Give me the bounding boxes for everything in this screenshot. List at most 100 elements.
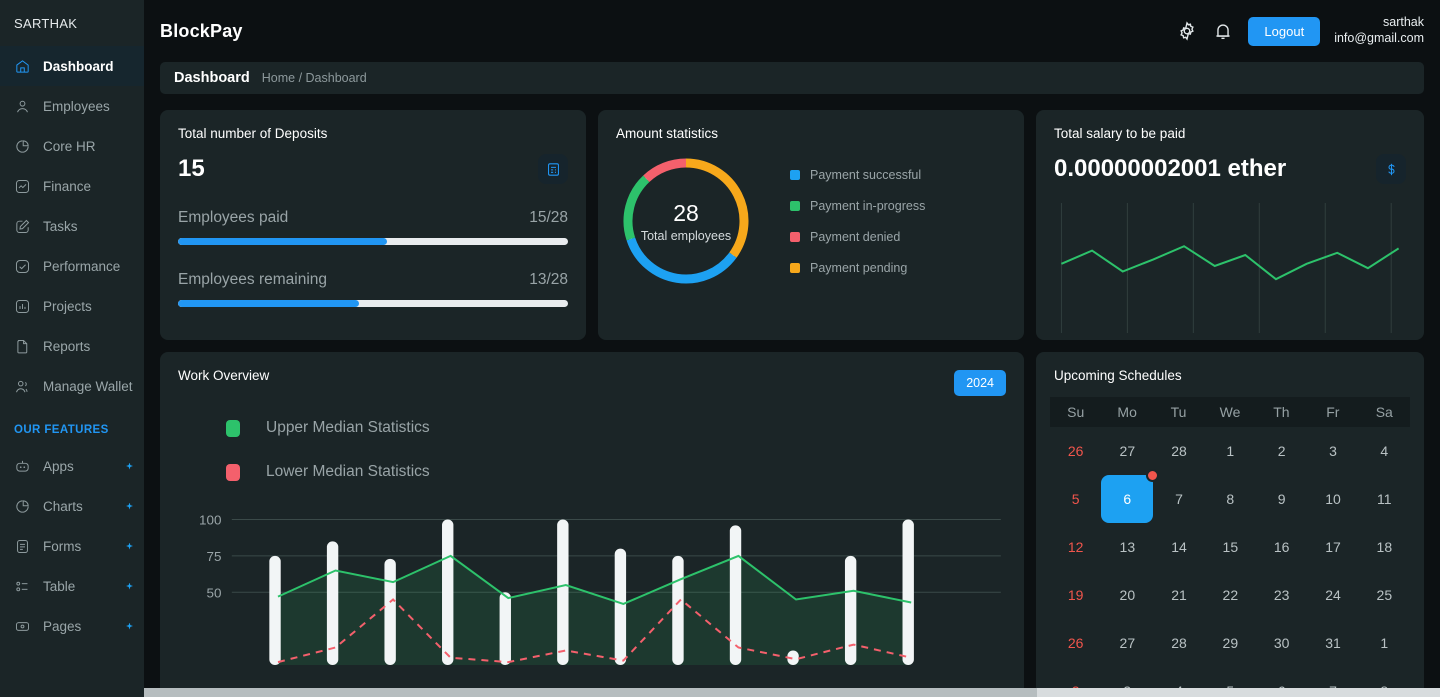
salary-value: 0.00000002001 ether bbox=[1054, 155, 1287, 182]
sidebar-item-manage-wallet[interactable]: Manage Wallet bbox=[0, 366, 144, 406]
row-value: 13/28 bbox=[529, 271, 568, 288]
work-legend: Upper Median Statistics Lower Median Sta… bbox=[226, 419, 1006, 481]
legend-item[interactable]: Payment denied bbox=[790, 230, 925, 244]
gear-icon[interactable] bbox=[1176, 20, 1198, 42]
calendar-day[interactable]: 2 bbox=[1256, 427, 1307, 475]
calendar-day[interactable]: 16 bbox=[1256, 523, 1307, 571]
calendar-day[interactable]: 3 bbox=[1307, 427, 1358, 475]
legend-label: Payment successful bbox=[810, 167, 922, 182]
calendar-day[interactable]: 13 bbox=[1101, 523, 1153, 571]
card-total-deposits: Total number of Deposits 15 Employees pa… bbox=[160, 110, 586, 340]
calendar-day[interactable]: 19 bbox=[1050, 571, 1101, 619]
calendar-day[interactable]: 17 bbox=[1307, 523, 1358, 571]
calendar-day[interactable]: 21 bbox=[1153, 571, 1204, 619]
calendar-day[interactable]: 20 bbox=[1101, 571, 1153, 619]
calendar-day[interactable]: 25 bbox=[1359, 571, 1410, 619]
sidebar-item-employees[interactable]: Employees bbox=[0, 86, 144, 126]
card-title: Total number of Deposits bbox=[178, 126, 328, 141]
sidebar-item-performance[interactable]: Performance bbox=[0, 246, 144, 286]
calendar-day-selected[interactable]: 6 bbox=[1101, 469, 1160, 523]
calendar-weekday: Sa bbox=[1358, 397, 1410, 427]
primary-nav: Dashboard Employees Core HR Finance Task… bbox=[0, 46, 144, 406]
bell-icon[interactable] bbox=[1212, 20, 1234, 42]
calendar-day[interactable]: 26 bbox=[1050, 427, 1101, 475]
breadcrumb: Dashboard Home / Dashboard bbox=[160, 62, 1424, 94]
calendar-day[interactable]: 11 bbox=[1359, 475, 1410, 523]
sidebar-item-tasks[interactable]: Tasks bbox=[0, 206, 144, 246]
legend-label: Payment in-progress bbox=[810, 198, 926, 213]
sidebar-item-charts[interactable]: Charts bbox=[0, 486, 144, 526]
legend-item[interactable]: Payment in-progress bbox=[790, 199, 925, 213]
calendar-day[interactable]: 28 bbox=[1153, 427, 1204, 475]
legend-item[interactable]: Payment successful bbox=[790, 168, 925, 182]
legend-item[interactable]: Lower Median Statistics bbox=[226, 463, 1006, 481]
calendar-day[interactable]: 27 bbox=[1101, 427, 1153, 475]
brand-logo: SARTHAK bbox=[14, 15, 78, 31]
calendar-day[interactable]: 4 bbox=[1359, 427, 1410, 475]
deposit-report-icon[interactable] bbox=[538, 154, 568, 184]
calendar-day[interactable]: 27 bbox=[1101, 619, 1153, 667]
calendar-day[interactable]: 15 bbox=[1205, 523, 1256, 571]
calendar-day[interactable]: 28 bbox=[1153, 619, 1204, 667]
calendar-day[interactable]: 12 bbox=[1050, 523, 1101, 571]
calendar-day[interactable]: 10 bbox=[1307, 475, 1358, 523]
calendar-day[interactable]: 23 bbox=[1256, 571, 1307, 619]
calendar-day[interactable]: 26 bbox=[1050, 619, 1101, 667]
sidebar-item-core-hr[interactable]: Core HR bbox=[0, 126, 144, 166]
breadcrumb-path[interactable]: Home / Dashboard bbox=[262, 71, 367, 85]
sidebar-item-projects[interactable]: Projects bbox=[0, 286, 144, 326]
row-label: Employees remaining bbox=[178, 271, 328, 288]
calendar-weekday: Mo bbox=[1101, 397, 1153, 427]
logout-button[interactable]: Logout bbox=[1248, 16, 1321, 46]
legend-item[interactable]: Payment pending bbox=[790, 261, 925, 275]
sidebar-item-table[interactable]: Table bbox=[0, 566, 144, 606]
progress-fill bbox=[178, 300, 359, 307]
table-icon bbox=[14, 578, 31, 595]
features-heading: OUR FEATURES bbox=[14, 424, 109, 436]
calendar-day[interactable]: 14 bbox=[1153, 523, 1204, 571]
salary-sparkline bbox=[1060, 203, 1406, 333]
sidebar-item-dashboard[interactable]: Dashboard bbox=[0, 46, 144, 86]
calendar-day[interactable]: 24 bbox=[1307, 571, 1358, 619]
calendar-weekday: Th bbox=[1255, 397, 1308, 427]
sidebar-item-label: Dashboard bbox=[43, 58, 114, 74]
calendar-day[interactable]: 31 bbox=[1307, 619, 1358, 667]
calendar-day[interactable]: 1 bbox=[1359, 619, 1410, 667]
legend-label: Lower Median Statistics bbox=[266, 463, 430, 480]
legend-label: Payment denied bbox=[810, 229, 901, 244]
calendar-day[interactable]: 9 bbox=[1256, 475, 1307, 523]
year-filter-button[interactable]: 2024 bbox=[954, 370, 1006, 396]
sidebar-item-label: Pages bbox=[43, 618, 82, 634]
calendar-day[interactable]: 1 bbox=[1205, 427, 1256, 475]
legend-swatch bbox=[226, 463, 240, 481]
calendar-day[interactable]: 18 bbox=[1359, 523, 1410, 571]
donut-chart-area: 28 Total employees Payment successful Pa… bbox=[616, 151, 1006, 291]
sidebar-item-label: Reports bbox=[43, 338, 91, 354]
user-info[interactable]: sarthak info@gmail.com bbox=[1334, 15, 1424, 46]
calendar-day[interactable]: 5 bbox=[1050, 475, 1101, 523]
main-content: BlockPay Logout sarthak info@gmail.com D… bbox=[144, 0, 1440, 697]
scrollbar-thumb[interactable] bbox=[144, 688, 1037, 697]
legend-label: Payment pending bbox=[810, 260, 908, 275]
donut-chart: 28 Total employees bbox=[616, 151, 756, 291]
sidebar-item-label: Manage Wallet bbox=[43, 378, 133, 394]
sidebar-item-forms[interactable]: Forms bbox=[0, 526, 144, 566]
calendar-day[interactable]: 30 bbox=[1256, 619, 1307, 667]
dollar-icon[interactable] bbox=[1376, 154, 1406, 184]
horizontal-scrollbar[interactable] bbox=[144, 688, 1440, 697]
sidebar-item-label: Projects bbox=[43, 298, 92, 314]
sidebar-item-finance[interactable]: Finance bbox=[0, 166, 144, 206]
calendar-day[interactable]: 7 bbox=[1153, 475, 1204, 523]
sidebar-item-apps[interactable]: Apps bbox=[0, 446, 144, 486]
sidebar: SARTHAK Dashboard Employees Core HR Fina… bbox=[0, 0, 144, 697]
calendar-day[interactable]: 22 bbox=[1205, 571, 1256, 619]
calendar-weekday: Fr bbox=[1307, 397, 1359, 427]
sidebar-item-reports[interactable]: Reports bbox=[0, 326, 144, 366]
card-title: Total salary to be paid bbox=[1054, 126, 1186, 141]
dashboard-grid: Total number of Deposits 15 Employees pa… bbox=[160, 110, 1424, 697]
svg-text:50: 50 bbox=[207, 585, 222, 600]
sidebar-item-pages[interactable]: Pages bbox=[0, 606, 144, 646]
calendar-day[interactable]: 8 bbox=[1205, 475, 1256, 523]
legend-item[interactable]: Upper Median Statistics bbox=[226, 419, 1006, 437]
calendar-day[interactable]: 29 bbox=[1205, 619, 1256, 667]
